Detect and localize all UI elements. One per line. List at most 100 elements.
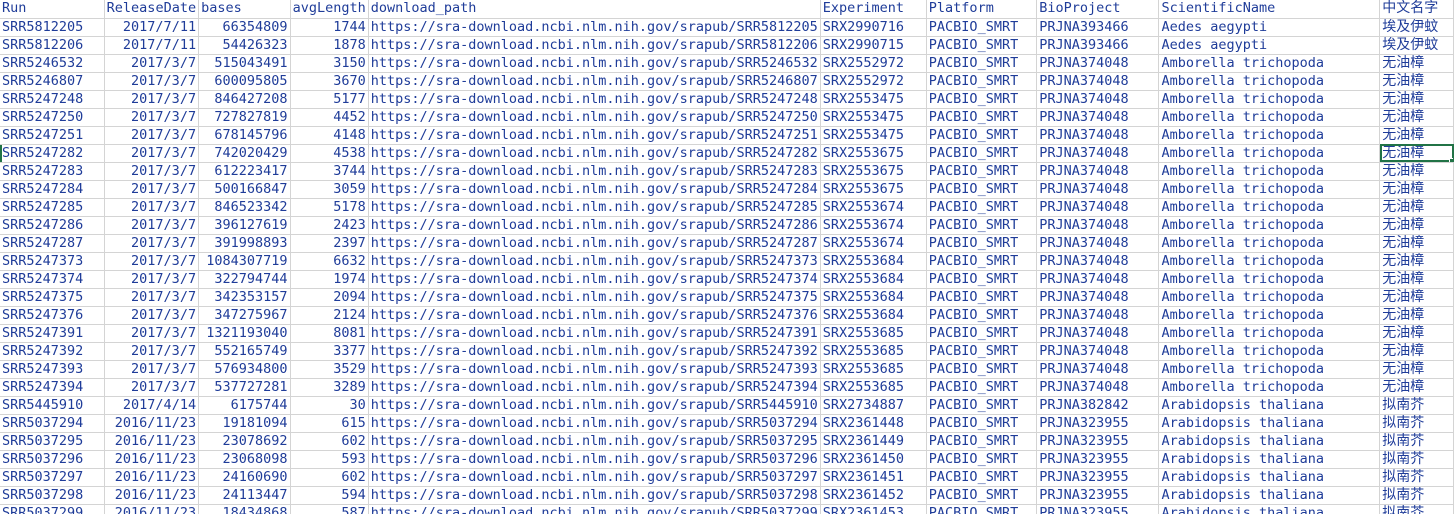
cell-scientific-name[interactable]: Amborella trichopoda xyxy=(1158,288,1381,307)
cell-scientific-name[interactable]: Amborella trichopoda xyxy=(1158,108,1381,127)
cell-platform[interactable]: PACBIO_SMRT xyxy=(926,144,1038,163)
cell-experiment[interactable]: SRX2553684 xyxy=(820,306,927,325)
cell-run[interactable]: SRR5247250 xyxy=(0,108,105,127)
cell-bases[interactable]: 66354809 xyxy=(198,18,291,37)
cell-bases[interactable]: 537727281 xyxy=(198,378,291,397)
cell-experiment[interactable]: SRX2361451 xyxy=(820,468,927,487)
cell-download-path[interactable]: https://sra-download.ncbi.nlm.nih.gov/sr… xyxy=(368,342,821,361)
cell-experiment[interactable]: SRX2553475 xyxy=(820,90,927,109)
cell-experiment[interactable]: SRX2990715 xyxy=(820,36,927,55)
header-cell-platform[interactable]: Platform xyxy=(926,0,1038,19)
cell-chinese-name[interactable]: 拟南芥 xyxy=(1379,414,1454,433)
cell-download-path[interactable]: https://sra-download.ncbi.nlm.nih.gov/sr… xyxy=(368,162,821,181)
cell-bases[interactable]: 342353157 xyxy=(198,288,291,307)
cell-experiment[interactable]: SRX2553685 xyxy=(820,360,927,379)
cell-bases[interactable]: 552165749 xyxy=(198,342,291,361)
header-cell-bases[interactable]: bases xyxy=(198,0,291,19)
cell-scientific-name[interactable]: Amborella trichopoda xyxy=(1158,162,1381,181)
cell-bioproject[interactable]: PRJNA393466 xyxy=(1036,36,1160,55)
cell-avg-length[interactable]: 2094 xyxy=(290,288,369,307)
cell-experiment[interactable]: SRX2553684 xyxy=(820,288,927,307)
cell-release-date[interactable]: 2016/11/23 xyxy=(104,432,200,451)
cell-run[interactable]: SRR5445910 xyxy=(0,396,105,415)
cell-avg-length[interactable]: 30 xyxy=(290,396,369,415)
cell-platform[interactable]: PACBIO_SMRT xyxy=(926,360,1038,379)
cell-run[interactable]: SRR5247248 xyxy=(0,90,105,109)
header-cell-bioproject[interactable]: BioProject xyxy=(1036,0,1160,19)
cell-bases[interactable]: 24113447 xyxy=(198,486,291,505)
cell-download-path[interactable]: https://sra-download.ncbi.nlm.nih.gov/sr… xyxy=(368,18,821,37)
cell-release-date[interactable]: 2016/11/23 xyxy=(104,504,200,514)
cell-bioproject[interactable]: PRJNA323955 xyxy=(1036,486,1160,505)
cell-experiment[interactable]: SRX2553675 xyxy=(820,180,927,199)
cell-release-date[interactable]: 2017/3/7 xyxy=(104,342,200,361)
cell-bases[interactable]: 54426323 xyxy=(198,36,291,55)
cell-experiment[interactable]: SRX2553684 xyxy=(820,252,927,271)
cell-chinese-name[interactable]: 无油樟 xyxy=(1379,378,1454,397)
cell-experiment[interactable]: SRX2553685 xyxy=(820,342,927,361)
cell-avg-length[interactable]: 1974 xyxy=(290,270,369,289)
cell-release-date[interactable]: 2017/3/7 xyxy=(104,180,200,199)
cell-platform[interactable]: PACBIO_SMRT xyxy=(926,162,1038,181)
cell-download-path[interactable]: https://sra-download.ncbi.nlm.nih.gov/sr… xyxy=(368,270,821,289)
cell-chinese-name[interactable]: 拟南芥 xyxy=(1379,486,1454,505)
spreadsheet-grid[interactable]: Run ReleaseDate bases avgLength download_pat… xyxy=(0,0,1454,514)
cell-run[interactable]: SRR5247394 xyxy=(0,378,105,397)
header-cell-scientific-name[interactable]: ScientificName xyxy=(1158,0,1381,19)
cell-release-date[interactable]: 2017/3/7 xyxy=(104,306,200,325)
cell-run[interactable]: SRR5247373 xyxy=(0,252,105,271)
cell-scientific-name[interactable]: Amborella trichopoda xyxy=(1158,90,1381,109)
cell-release-date[interactable]: 2017/3/7 xyxy=(104,252,200,271)
cell-scientific-name[interactable]: Amborella trichopoda xyxy=(1158,270,1381,289)
cell-avg-length[interactable]: 6632 xyxy=(290,252,369,271)
cell-scientific-name[interactable]: Amborella trichopoda xyxy=(1158,378,1381,397)
cell-release-date[interactable]: 2016/11/23 xyxy=(104,414,200,433)
cell-release-date[interactable]: 2017/3/7 xyxy=(104,198,200,217)
cell-chinese-name[interactable]: 无油樟 xyxy=(1379,252,1454,271)
cell-run[interactable]: SRR5037296 xyxy=(0,450,105,469)
cell-run[interactable]: SRR5247391 xyxy=(0,324,105,343)
cell-download-path[interactable]: https://sra-download.ncbi.nlm.nih.gov/sr… xyxy=(368,36,821,55)
cell-chinese-name[interactable]: 拟南芥 xyxy=(1379,450,1454,469)
cell-bases[interactable]: 727827819 xyxy=(198,108,291,127)
cell-release-date[interactable]: 2017/3/7 xyxy=(104,234,200,253)
cell-avg-length[interactable]: 2397 xyxy=(290,234,369,253)
cell-platform[interactable]: PACBIO_SMRT xyxy=(926,54,1038,73)
cell-bioproject[interactable]: PRJNA393466 xyxy=(1036,18,1160,37)
cell-avg-length[interactable]: 1878 xyxy=(290,36,369,55)
cell-release-date[interactable]: 2017/7/11 xyxy=(104,36,200,55)
cell-run[interactable]: SRR5247285 xyxy=(0,198,105,217)
cell-release-date[interactable]: 2017/3/7 xyxy=(104,54,200,73)
cell-scientific-name[interactable]: Amborella trichopoda xyxy=(1158,324,1381,343)
cell-bioproject[interactable]: PRJNA374048 xyxy=(1036,162,1160,181)
cell-chinese-name[interactable]: 无油樟 xyxy=(1379,90,1454,109)
cell-chinese-name[interactable]: 无油樟 xyxy=(1379,72,1454,91)
cell-chinese-name[interactable]: 拟南芥 xyxy=(1379,504,1454,514)
cell-experiment[interactable]: SRX2990716 xyxy=(820,18,927,37)
cell-download-path[interactable]: https://sra-download.ncbi.nlm.nih.gov/sr… xyxy=(368,126,821,145)
cell-bases[interactable]: 347275967 xyxy=(198,306,291,325)
cell-bioproject[interactable]: PRJNA374048 xyxy=(1036,108,1160,127)
cell-release-date[interactable]: 2017/4/14 xyxy=(104,396,200,415)
cell-experiment[interactable]: SRX2553475 xyxy=(820,108,927,127)
cell-platform[interactable]: PACBIO_SMRT xyxy=(926,252,1038,271)
cell-avg-length[interactable]: 587 xyxy=(290,504,369,514)
cell-experiment[interactable]: SRX2553685 xyxy=(820,324,927,343)
cell-avg-length[interactable]: 5177 xyxy=(290,90,369,109)
cell-bioproject[interactable]: PRJNA374048 xyxy=(1036,72,1160,91)
cell-bioproject[interactable]: PRJNA374048 xyxy=(1036,54,1160,73)
cell-chinese-name[interactable]: 无油樟 xyxy=(1379,288,1454,307)
cell-platform[interactable]: PACBIO_SMRT xyxy=(926,396,1038,415)
header-cell-release-date[interactable]: ReleaseDate xyxy=(104,0,200,19)
cell-bases[interactable]: 23068098 xyxy=(198,450,291,469)
cell-run[interactable]: SRR5037297 xyxy=(0,468,105,487)
cell-experiment[interactable]: SRX2361450 xyxy=(820,450,927,469)
selected-cell[interactable]: 无油樟 xyxy=(1379,144,1454,163)
cell-run[interactable]: SRR5812206 xyxy=(0,36,105,55)
cell-bases[interactable]: 515043491 xyxy=(198,54,291,73)
cell-download-path[interactable]: https://sra-download.ncbi.nlm.nih.gov/sr… xyxy=(368,180,821,199)
cell-scientific-name[interactable]: Amborella trichopoda xyxy=(1158,342,1381,361)
cell-bioproject[interactable]: PRJNA374048 xyxy=(1036,216,1160,235)
cell-platform[interactable]: PACBIO_SMRT xyxy=(926,432,1038,451)
cell-release-date[interactable]: 2017/3/7 xyxy=(104,108,200,127)
